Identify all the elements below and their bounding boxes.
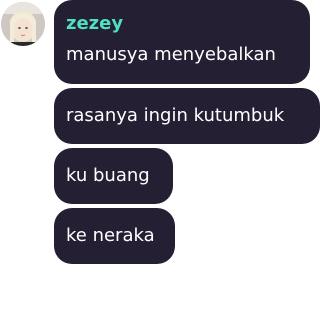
message-bubble[interactable]: ku buang	[54, 148, 173, 204]
message-text: ke neraka	[66, 225, 155, 246]
user-avatar[interactable]	[1, 2, 45, 46]
message-text: ku buang	[66, 165, 150, 186]
message-text: rasanya ingin kutumbuk	[66, 105, 285, 126]
chat-message-group: zezey manusya menyebalkan rasanya ingin …	[0, 0, 320, 314]
username[interactable]: zezey	[66, 14, 123, 34]
avatar-image	[1, 2, 45, 46]
message-bubble[interactable]: ke neraka	[54, 208, 175, 264]
message-bubble[interactable]: zezey manusya menyebalkan	[54, 0, 310, 84]
message-text: manusya menyebalkan	[66, 44, 276, 65]
message-bubble[interactable]: rasanya ingin kutumbuk	[54, 88, 320, 144]
